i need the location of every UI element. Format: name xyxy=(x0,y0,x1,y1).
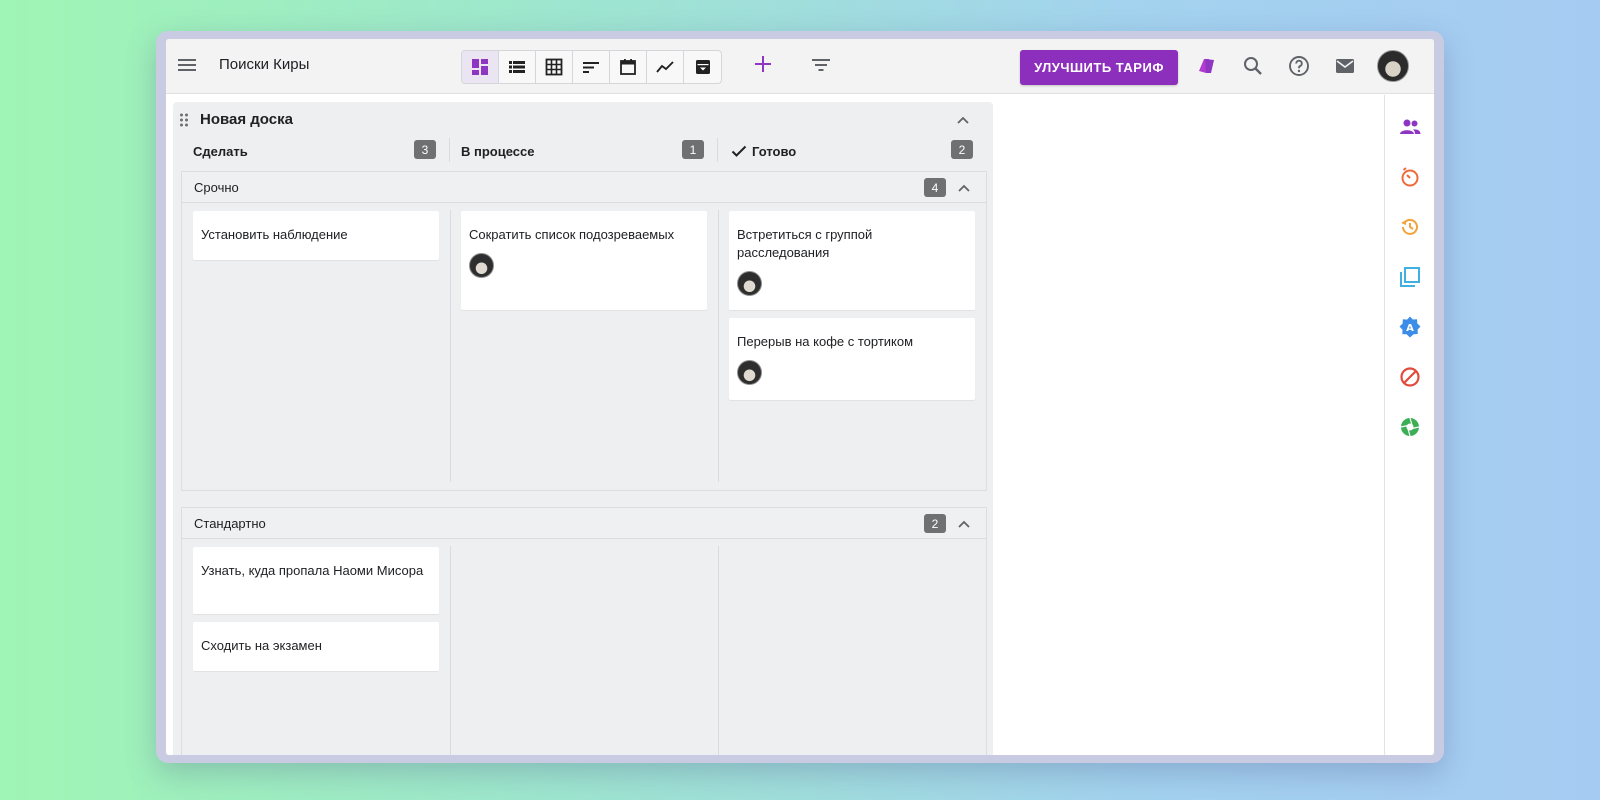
column-title: Сделать xyxy=(193,143,248,159)
task-card[interactable]: Встретиться с группой расследования xyxy=(729,211,975,310)
aperture-icon[interactable] xyxy=(1385,415,1434,439)
right-sidebar: A xyxy=(1384,95,1434,755)
svg-text:A: A xyxy=(1406,323,1414,334)
drag-handle-icon[interactable] xyxy=(179,113,189,127)
tag-icon[interactable] xyxy=(1194,53,1220,79)
project-title: Поиски Киры xyxy=(219,56,310,73)
chart-view-button[interactable] xyxy=(647,51,684,83)
search-icon[interactable] xyxy=(1240,53,1266,79)
list-view-button[interactable] xyxy=(499,51,536,83)
column-header-in-progress: В процессе xyxy=(461,140,534,162)
history-icon[interactable] xyxy=(1385,215,1434,239)
swimlane-count-badge: 2 xyxy=(924,514,946,533)
block-icon[interactable] xyxy=(1385,365,1434,389)
board-area: Новая доска Сделать 3 В процессе 1 Готов… xyxy=(166,95,1384,755)
filter-icon[interactable] xyxy=(810,54,832,76)
list-view-icon xyxy=(509,61,525,73)
task-card[interactable]: Узнать, куда пропала Наоми Мисора xyxy=(193,547,439,614)
sort-view-icon xyxy=(583,62,599,73)
column-divider xyxy=(717,138,718,162)
swimlane-header[interactable]: Срочно 4 xyxy=(182,172,986,203)
board-view-icon xyxy=(472,59,488,75)
task-card-title: Встретиться с группой расследования xyxy=(737,227,873,260)
swimlane-urgent: Срочно 4 Установить наблюдение Сократить… xyxy=(181,171,987,491)
table-view-icon xyxy=(545,58,563,76)
menu-icon[interactable] xyxy=(178,56,200,76)
task-card-title: Установить наблюдение xyxy=(201,227,348,242)
assignee-avatar[interactable] xyxy=(737,271,762,296)
board-view-button[interactable] xyxy=(462,51,499,83)
task-card[interactable]: Сократить список подозреваемых xyxy=(461,211,707,310)
copy-icon[interactable] xyxy=(1385,265,1434,289)
column-header-done: Готово xyxy=(731,140,796,162)
chevron-up-icon[interactable] xyxy=(956,516,972,532)
chevron-up-icon[interactable] xyxy=(956,180,972,196)
column-divider xyxy=(450,210,451,482)
swimlane-title: Срочно xyxy=(194,180,239,195)
checkmark-icon xyxy=(731,145,747,157)
view-switcher xyxy=(461,50,722,84)
task-card-title: Перерыв на кофе с тортиком xyxy=(737,334,914,349)
archive-view-icon xyxy=(695,60,710,74)
column-divider xyxy=(449,138,450,162)
upgrade-plan-button[interactable]: УЛУЧШИТЬ ТАРИФ xyxy=(1020,50,1178,85)
board: Новая доска Сделать 3 В процессе 1 Готов… xyxy=(173,102,993,755)
chart-view-icon xyxy=(656,61,674,73)
calendar-view-button[interactable] xyxy=(610,51,647,83)
sort-view-button[interactable] xyxy=(573,51,610,83)
column-header-todo: Сделать xyxy=(193,140,248,162)
board-name[interactable]: Новая доска xyxy=(200,111,293,128)
task-card-title: Сократить список подозреваемых xyxy=(469,227,675,242)
swimlane-header[interactable]: Стандартно 2 xyxy=(182,508,986,539)
column-count-badge: 3 xyxy=(414,140,436,159)
task-card[interactable]: Перерыв на кофе с тортиком xyxy=(729,318,975,400)
column-divider xyxy=(718,546,719,755)
app: Поиски Киры УЛУЧШИТЬ ТАРИФ Новая доска С… xyxy=(166,39,1434,755)
mail-icon[interactable] xyxy=(1332,53,1358,79)
archive-view-button[interactable] xyxy=(684,51,721,83)
help-icon[interactable] xyxy=(1286,53,1312,79)
task-card[interactable]: Установить наблюдение xyxy=(193,211,439,260)
swimlane-count-badge: 4 xyxy=(924,178,946,197)
chevron-up-icon[interactable] xyxy=(955,112,971,128)
user-avatar[interactable] xyxy=(1377,50,1409,82)
assignee-avatar[interactable] xyxy=(737,360,762,385)
task-card-title: Узнать, куда пропала Наоми Мисора xyxy=(201,563,424,578)
column-title: Готово xyxy=(752,143,797,159)
task-card-title: Сходить на экзамен xyxy=(201,638,322,653)
team-icon[interactable] xyxy=(1385,115,1434,139)
column-title: В процессе xyxy=(461,143,535,159)
calendar-view-icon xyxy=(620,59,636,75)
task-card[interactable]: Сходить на экзамен xyxy=(193,622,439,671)
app-window: Поиски Киры УЛУЧШИТЬ ТАРИФ Новая доска С… xyxy=(156,31,1444,763)
add-icon[interactable] xyxy=(752,53,774,75)
column-divider xyxy=(718,210,719,482)
timer-icon[interactable] xyxy=(1385,165,1434,189)
swimlane-standard: Стандартно 2 Узнать, куда пропала Наоми … xyxy=(181,507,987,755)
column-divider xyxy=(450,546,451,755)
assignee-avatar[interactable] xyxy=(469,253,494,278)
badge-a-icon[interactable]: A xyxy=(1385,315,1434,339)
column-count-badge: 2 xyxy=(951,140,973,159)
swimlane-title: Стандартно xyxy=(194,516,266,531)
column-count-badge: 1 xyxy=(682,140,704,159)
board-header: Новая доска xyxy=(173,102,993,138)
top-toolbar: Поиски Киры УЛУЧШИТЬ ТАРИФ xyxy=(166,39,1434,94)
table-view-button[interactable] xyxy=(536,51,573,83)
